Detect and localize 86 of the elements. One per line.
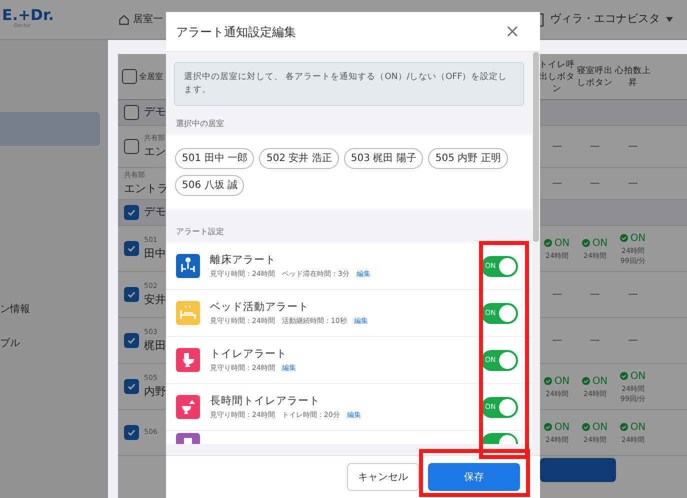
check-circle-icon xyxy=(544,239,552,248)
section-label: アラート設定 xyxy=(175,226,225,238)
empty-cell-dash: — xyxy=(627,334,639,348)
toggle-knob xyxy=(499,304,516,322)
room-chip: 505 内野 正明 xyxy=(428,148,508,169)
status-text: ON xyxy=(592,374,608,389)
status-text: ON xyxy=(630,370,646,384)
sidebar-item[interactable]: ブル xyxy=(0,326,100,360)
checkbox[interactable] xyxy=(124,425,139,440)
checkbox[interactable] xyxy=(122,69,137,84)
check-icon xyxy=(127,428,136,437)
column-header: 寝室呼出しボタン xyxy=(577,64,613,88)
status-text: ON xyxy=(592,236,608,251)
room-chip: 506 八坂 誠 xyxy=(175,175,244,196)
status-text: ON xyxy=(630,420,646,435)
checkbox[interactable] xyxy=(124,139,139,154)
home-icon xyxy=(118,14,130,26)
check-icon xyxy=(127,336,136,345)
status-text: ON xyxy=(630,232,646,246)
alert-title: 長時間トイレアラート xyxy=(210,394,321,409)
check-circle-icon xyxy=(582,423,590,432)
room-chip: 503 梶田 陽子 xyxy=(344,148,424,169)
empty-cell-dash: — xyxy=(551,140,563,154)
scrollbar-thumb[interactable] xyxy=(533,52,539,242)
toggle-knob xyxy=(499,435,516,444)
empty-cell-dash: — xyxy=(627,140,639,154)
info-message: 選択中の居室に対して、 各アラートを通知する（ON）/しない（OFF）を設定します。 xyxy=(174,62,524,106)
group-label: デモ xyxy=(144,104,166,120)
checkbox[interactable] xyxy=(124,333,139,348)
alert-title: トイレアラート xyxy=(210,346,288,362)
column-header: 心拍数上昇 xyxy=(615,64,651,88)
check-circle-icon xyxy=(620,372,628,380)
dialog-title: アラート通知設定編集 xyxy=(176,24,296,40)
status-text: ON xyxy=(554,236,570,251)
checkbox[interactable] xyxy=(124,241,139,256)
status-text: ON xyxy=(592,420,608,435)
caret-icon xyxy=(666,17,673,22)
status-text: ON xyxy=(554,374,570,389)
room-name: 梶田 xyxy=(144,338,166,354)
empty-cell-dash: — xyxy=(551,288,563,302)
empty-cell-dash: — xyxy=(627,177,639,191)
room-chip: 502 安井 浩正 xyxy=(259,148,339,169)
check-icon xyxy=(127,382,136,391)
check-icon xyxy=(127,208,136,217)
toggle-switch[interactable] xyxy=(481,433,518,444)
section-label: 選択中の居室 xyxy=(175,118,225,130)
empty-cell-dash: — xyxy=(551,334,563,348)
toggle-knob xyxy=(499,398,516,416)
room-name: エン xyxy=(144,144,166,160)
check-circle-icon xyxy=(620,234,628,242)
check-circle-icon xyxy=(544,377,552,386)
check-circle-icon xyxy=(582,377,590,386)
check-icon xyxy=(127,290,136,299)
empty-cell-dash: — xyxy=(589,288,601,302)
toggle-knob xyxy=(499,352,516,368)
save-button[interactable]: 保存 xyxy=(428,463,520,491)
group-label: デモ xyxy=(144,204,166,220)
room-name: 田中 xyxy=(144,246,166,262)
room-chip: 501 田中 一郎 xyxy=(175,148,254,169)
close-button[interactable]: × xyxy=(504,22,520,40)
empty-cell-dash: — xyxy=(589,140,601,154)
logo: E.+Dr. xyxy=(2,8,54,24)
checkbox[interactable] xyxy=(124,105,139,120)
empty-cell-dash: — xyxy=(589,177,601,191)
check-icon xyxy=(127,244,136,253)
room-name: 安井 xyxy=(144,292,166,308)
checkbox[interactable] xyxy=(124,287,139,302)
room-name: エントラ xyxy=(124,180,168,196)
check-circle-icon xyxy=(582,239,590,248)
empty-cell-dash: — xyxy=(551,177,563,191)
status-text: ON xyxy=(554,420,570,435)
facility-selector[interactable]: ヴィラ・エコナビスタ xyxy=(550,11,660,28)
room-name: 内野 xyxy=(144,384,166,400)
toggle-knob xyxy=(499,258,516,274)
check-circle-icon xyxy=(544,423,552,432)
alert-title: 離床アラート xyxy=(210,252,277,268)
empty-cell-dash: — xyxy=(627,288,639,302)
check-circle-icon xyxy=(620,423,628,432)
cancel-button[interactable]: キャンセル xyxy=(347,463,419,491)
alert-title: ベッド活動アラート xyxy=(210,300,310,315)
empty-cell-dash: — xyxy=(589,334,601,348)
sidebar-item[interactable]: ン情報 xyxy=(0,292,100,326)
select-all-label: 全居室 xyxy=(139,70,163,82)
checkbox[interactable] xyxy=(124,205,139,220)
nav-link[interactable]: 居室一 xyxy=(133,12,163,27)
checkbox[interactable] xyxy=(124,379,139,394)
